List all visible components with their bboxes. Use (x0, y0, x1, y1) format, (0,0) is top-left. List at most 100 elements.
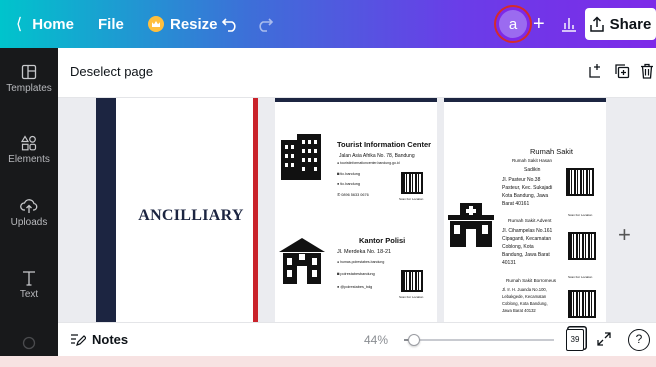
fullscreen-icon[interactable] (596, 331, 612, 347)
page-count-button[interactable]: 39 (566, 329, 584, 351)
design-canvas[interactable]: ANCILLIARY Tourist Information Center Ja… (58, 98, 656, 322)
tic-instagram-text: tic.bandung (340, 172, 360, 176)
zoom-slider[interactable] (404, 334, 554, 346)
sidebar-item-label: Elements (8, 154, 50, 165)
sidebar-item-label: Templates (6, 83, 52, 94)
share-button[interactable]: Share (585, 8, 656, 40)
rs-title: Rumah Sakit (530, 147, 573, 156)
rs1-address-4: Barat 40161 (502, 201, 530, 207)
add-page-icon[interactable] (588, 63, 604, 79)
templates-icon (21, 64, 37, 80)
qr-caption: Scan For Location (568, 213, 593, 217)
undo-icon (221, 18, 236, 32)
rs3-address-4: Jawa Barat 40132 (502, 308, 536, 313)
resize-label: Resize (170, 15, 218, 33)
tic-website-text: touristinformationcenter.bandung.go.id (340, 161, 400, 165)
rs1-address-1: Jl. Pasteur No.38 (502, 177, 541, 183)
sidebar-item-label: Text (19, 289, 39, 300)
help-button[interactable]: ? (628, 329, 650, 351)
rs1-name2: Sadikin (524, 167, 541, 173)
duplicate-page-icon[interactable] (614, 63, 630, 79)
qr-code (401, 270, 423, 292)
elements-icon (21, 135, 37, 151)
police-station-icon (279, 238, 325, 284)
home-label: Home (32, 15, 74, 33)
notes-icon (71, 333, 86, 346)
sidebar-item-elements[interactable]: Elements (0, 135, 58, 165)
tic-twitter: ● tic.bandung (337, 182, 360, 186)
bottom-toolbar: Notes 44% 39 ? (58, 322, 656, 356)
kp-twitter: ● @polrestabes_bdg (337, 285, 373, 289)
plus-icon: + (618, 222, 631, 247)
rs2-address-3: Coblong, Kota (502, 244, 534, 250)
qr-code (566, 168, 594, 196)
hospital-icon (448, 203, 494, 247)
sidebar-item-more[interactable] (0, 336, 58, 353)
resize-button[interactable]: Resize (148, 0, 218, 48)
rs3-name: Rumah Sakit Borromeus (506, 278, 557, 283)
share-icon (589, 16, 604, 32)
tic-phone-text: 0896 5633 0676 (341, 193, 369, 197)
rs2-name: Rumah Sakit Advent (508, 219, 552, 224)
tic-title: Tourist Information Center (337, 140, 432, 149)
page-title: ANCILLIARY (138, 207, 244, 224)
zoom-level[interactable]: 44% (364, 333, 388, 347)
qr-caption: Scan For Location (399, 295, 424, 299)
add-collaborator-button[interactable]: + (533, 0, 545, 48)
rs3-address-3: Coblong, Kota Bandung, (502, 301, 548, 306)
bottom-strip (0, 356, 656, 367)
qr-code (568, 290, 596, 318)
undo-button[interactable] (221, 0, 239, 48)
rs2-address-4: Bandung, Jawa Barat (502, 252, 550, 258)
avatar[interactable]: a (499, 10, 527, 38)
sidebar-item-label: Uploads (10, 217, 48, 228)
notes-label: Notes (92, 332, 129, 347)
kp-address: Jl. Merdeka No. 18-21 (337, 249, 392, 255)
tic-phone: ✆ 0896 5633 0676 (337, 193, 369, 197)
plus-icon: + (533, 12, 545, 35)
qr-code (401, 172, 423, 194)
notes-button[interactable]: Notes (70, 332, 128, 347)
rs1-address-2: Pasteur, Kec. Sukajadi (502, 185, 553, 191)
kp-twitter-text: @polrestabes_bdg (340, 285, 373, 289)
rs3-address-2: Lebakgede, Kecamatan (502, 294, 547, 299)
sidebar-item-uploads[interactable]: Uploads (0, 198, 58, 228)
qr-caption: Scan For Location (399, 197, 424, 201)
left-sidebar: Templates Elements Uploads Text (0, 48, 58, 367)
kp-website-text: humas.polrestabes.bandung (340, 260, 385, 264)
add-page-button[interactable]: + (618, 222, 631, 248)
kp-instagram: ◙ polrestabesbandung (337, 272, 375, 276)
uploads-icon (20, 199, 38, 213)
kp-instagram-text: polrestabesbandung (340, 272, 375, 276)
navy-stripe (96, 98, 116, 322)
file-menu-button[interactable]: File (98, 0, 124, 48)
qr-caption: Scan For Location (568, 275, 593, 279)
deselect-page-button[interactable]: Deselect page (70, 64, 153, 79)
page-thumbnail-3[interactable]: Rumah Sakit Rumah Sakit Hasan Sadikin Jl… (444, 98, 606, 322)
kp-title: Kantor Polisi (359, 236, 406, 245)
trash-icon[interactable] (640, 63, 654, 79)
rs2-address-5: 40131 (502, 260, 516, 266)
sidebar-item-text[interactable]: Text (0, 270, 58, 300)
redo-button[interactable] (256, 0, 274, 48)
tic-twitter-text: tic.bandung (340, 182, 360, 186)
rs2-address-2: Cipaganti, Kecamatan (502, 236, 552, 242)
rs2-address-1: Jl. Cihampelas No.161 (502, 228, 553, 234)
top-toolbar: ⟨ Home File Resize a + Share (0, 0, 656, 48)
tic-instagram: ◙ tic.bandung (337, 172, 360, 176)
page-thumbnail-1[interactable]: ANCILLIARY (96, 98, 258, 322)
sidebar-item-templates[interactable]: Templates (0, 64, 58, 94)
tic-website: ● touristinformationcenter.bandung.go.id (337, 161, 400, 165)
qr-code (568, 232, 596, 260)
crown-icon (148, 16, 164, 32)
page-thumbnail-2[interactable]: Tourist Information Center Jalan Asia Af… (275, 98, 437, 322)
tic-address: Jalan Asia Afrika No. 78, Bandung (339, 153, 415, 159)
home-button[interactable]: ⟨ Home (16, 0, 74, 48)
redo-icon (259, 18, 274, 32)
text-icon (23, 271, 35, 286)
office-building-icon (281, 134, 321, 180)
apps-icon (22, 336, 36, 350)
zoom-slider-thumb[interactable] (408, 334, 420, 346)
insights-button[interactable] (561, 0, 577, 48)
rs1-name: Rumah Sakit Hasan (512, 158, 553, 163)
